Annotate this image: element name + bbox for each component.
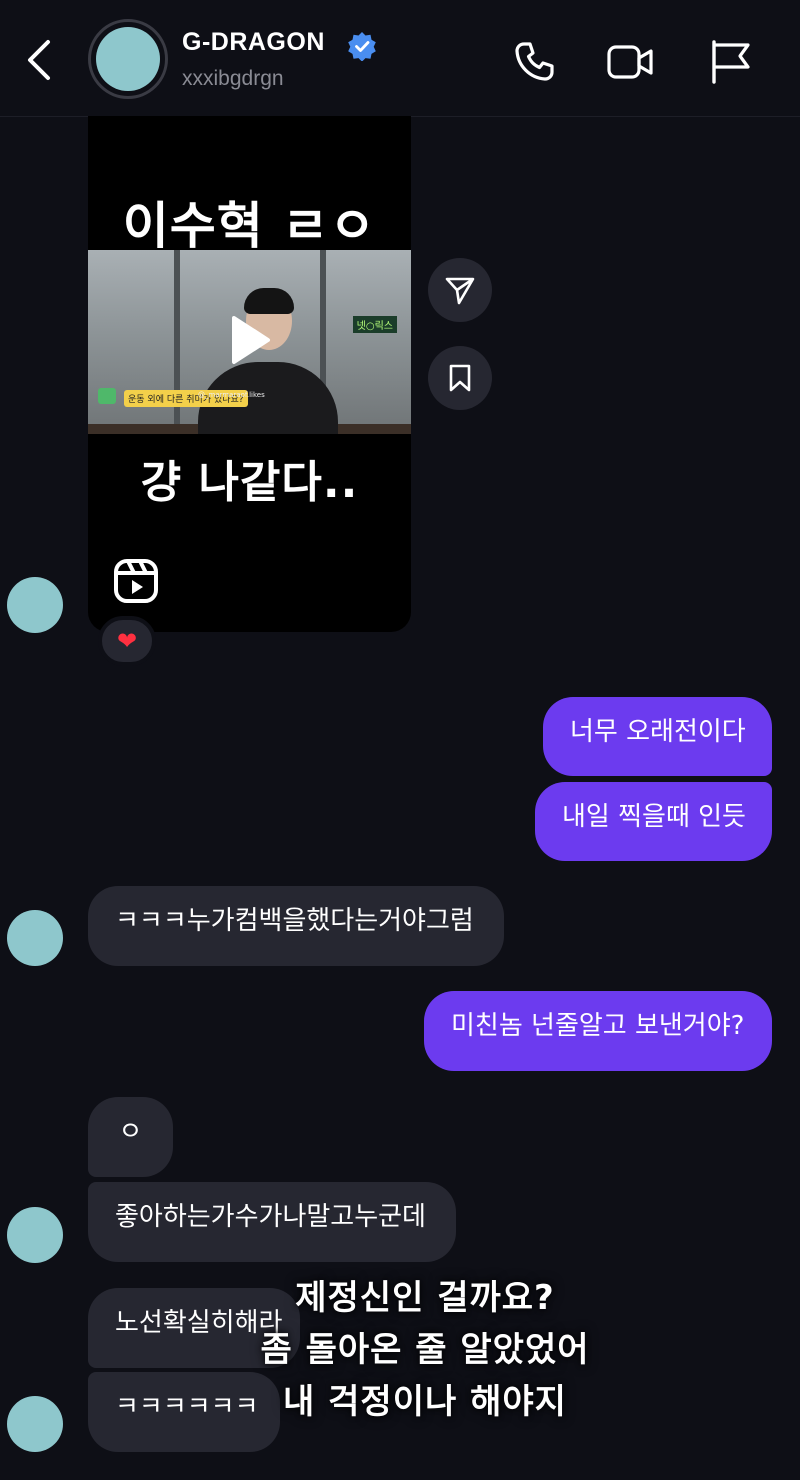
caption-overlay: 제정신인 걸까요? 좀 돌아온 줄 알았었어 내 걱정이나 해야지: [230, 1272, 620, 1428]
share-button[interactable]: [428, 258, 492, 322]
video-logo-tag: 넷○릭스: [352, 316, 397, 333]
back-icon[interactable]: [22, 38, 58, 82]
reel-video-thumbnail[interactable]: 운동 외에 다른 취미가 있나요? 넷○릭스 @_marmaraof.likes: [88, 250, 411, 434]
message-bubble[interactable]: 미친놈 넌줄알고 보낸거야?: [424, 991, 772, 1071]
bookmark-icon: [449, 364, 471, 392]
message-bubble[interactable]: 내일 찍을때 인듯: [535, 782, 772, 861]
verified-badge-icon: [348, 32, 376, 61]
overlay-line-2: 좀 돌아온 줄 알았었어: [260, 1330, 590, 1370]
video-call-icon[interactable]: [606, 38, 654, 86]
message-bubble[interactable]: ㅋㅋㅋ누가컴백을했다는거야그럼: [88, 886, 504, 966]
sender-avatar[interactable]: [7, 1396, 63, 1452]
sender-avatar[interactable]: [7, 910, 63, 966]
video-watermark: @_marmaraof.likes: [198, 391, 265, 399]
sender-avatar[interactable]: [7, 1207, 63, 1263]
reel-caption-top: 이수혁 ㄹㅇ: [122, 197, 377, 255]
sender-avatar[interactable]: [7, 577, 63, 633]
message-bubble[interactable]: ㅇ: [88, 1097, 173, 1177]
message-bubble[interactable]: 좋아하는가수가나말고누군데: [88, 1182, 456, 1262]
overlay-line-1: 제정신인 걸까요?: [295, 1278, 555, 1318]
flag-icon[interactable]: [706, 38, 754, 86]
caption-chat-icon: [98, 388, 116, 404]
save-button[interactable]: [428, 346, 492, 410]
reel-caption-bottom: 걍 나같다..: [140, 457, 359, 508]
profile-avatar[interactable]: [88, 19, 168, 99]
message-bubble[interactable]: 너무 오래전이다: [543, 697, 772, 776]
send-icon: [445, 277, 475, 305]
chat-header: G-DRAGON xxxibgdrgn: [0, 0, 800, 117]
reels-icon: [114, 559, 158, 603]
profile-name[interactable]: G-DRAGON: [182, 28, 325, 57]
heart-reaction[interactable]: ❤: [98, 616, 156, 666]
play-icon[interactable]: [216, 308, 280, 372]
profile-handle[interactable]: xxxibgdrgn: [182, 67, 284, 91]
overlay-line-3: 내 걱정이나 해야지: [283, 1382, 567, 1422]
phone-call-icon[interactable]: [510, 38, 558, 86]
shared-reel-card[interactable]: 이수혁 ㄹㅇ 운동 외에 다른 취미가 있나요? 넷○릭스 @_marmarao…: [88, 116, 411, 632]
